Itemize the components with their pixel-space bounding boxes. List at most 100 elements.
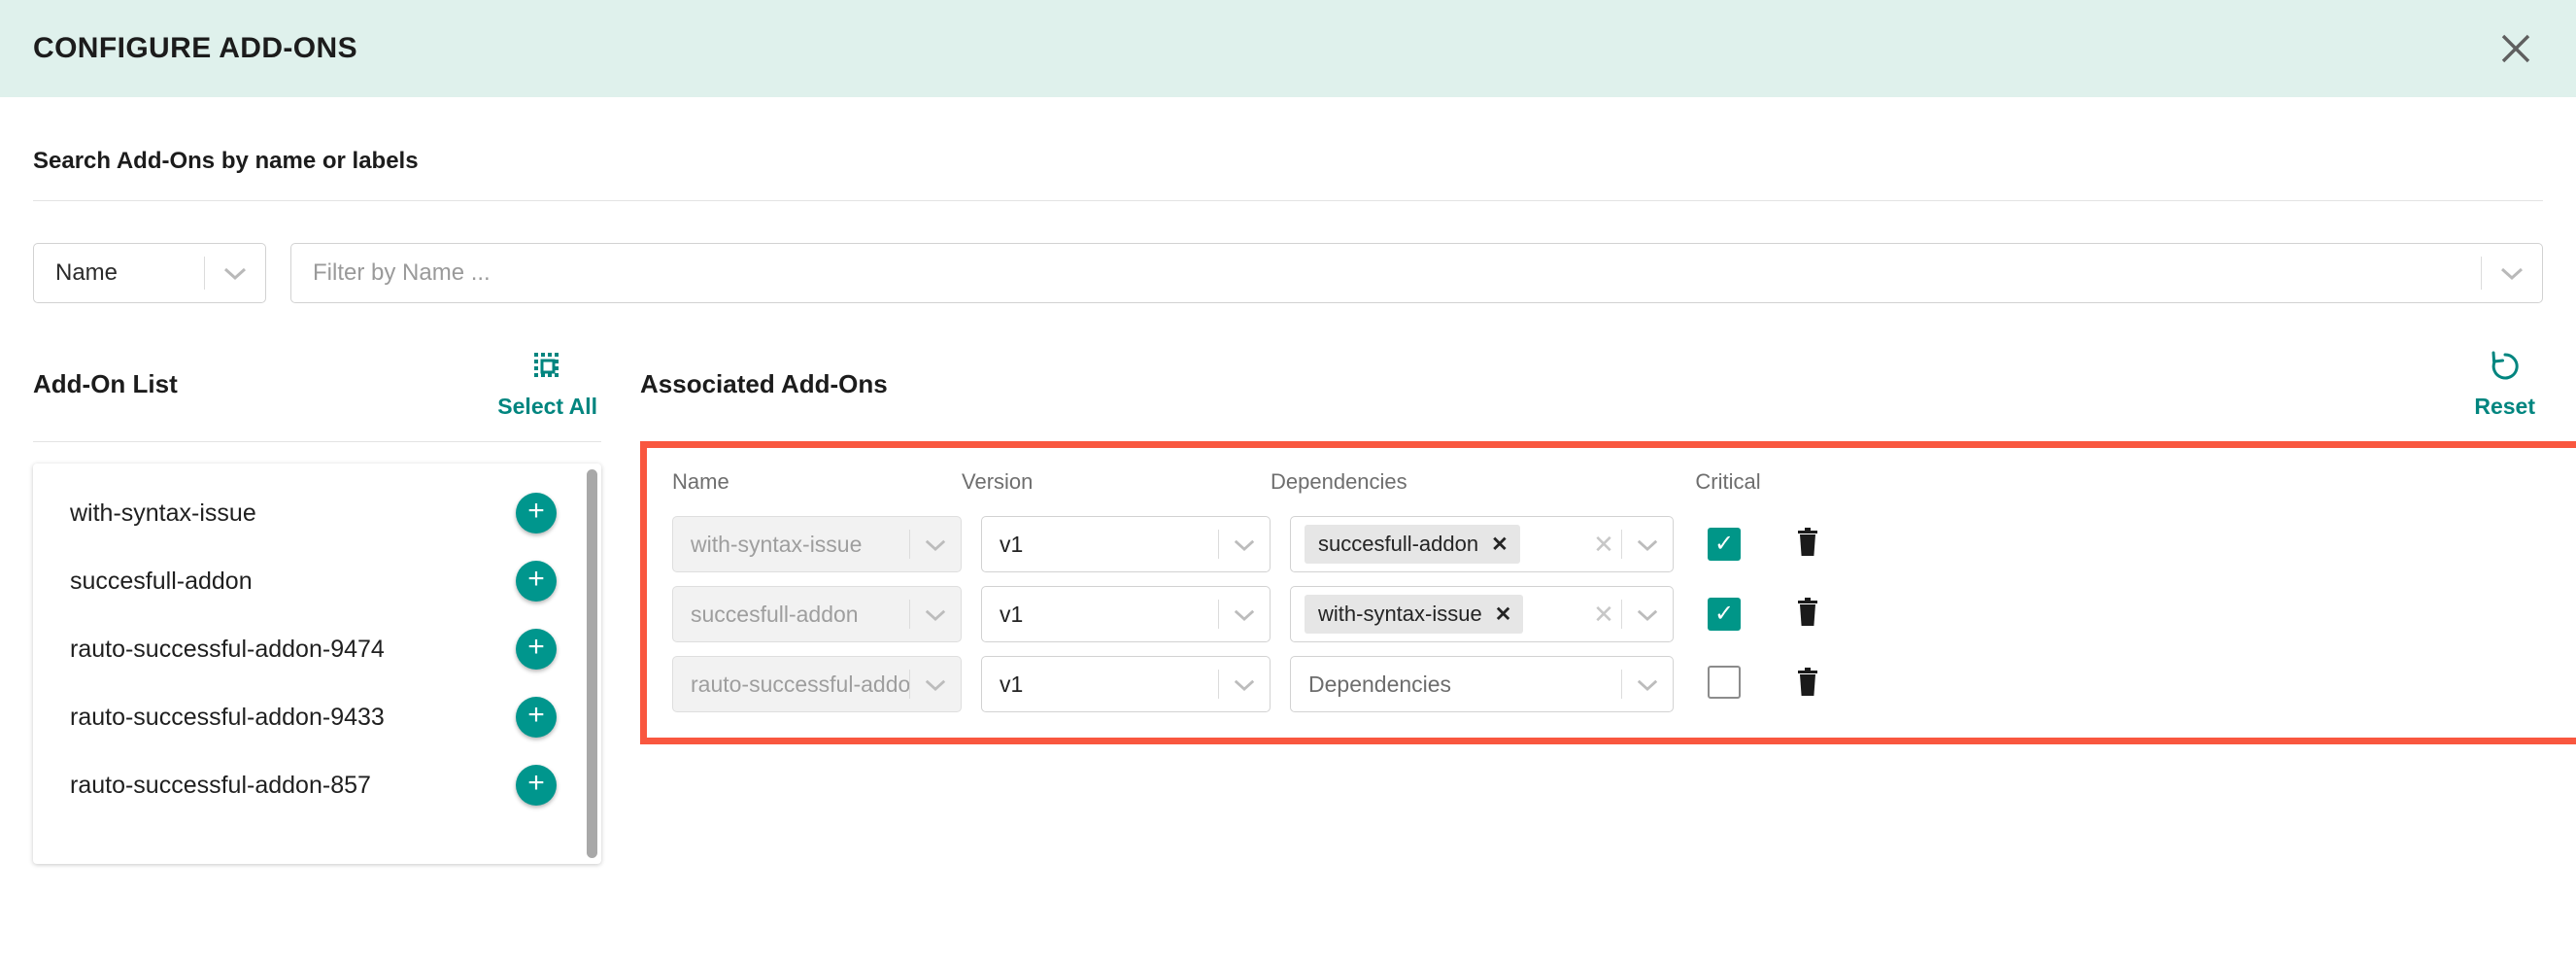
addon-list: with-syntax-issue + succesfull-addon + rauto… [33, 464, 601, 819]
list-item[interactable]: rauto-successful-addon-9433 + [33, 683, 601, 751]
search-criteria-select[interactable]: Name [33, 243, 266, 303]
dependency-chip-label: succesfull-addon [1318, 532, 1479, 556]
row-name-value: with-syntax-issue [691, 531, 863, 557]
select-all-label: Select All [497, 394, 597, 419]
row-dependencies-select[interactable]: succesfull-addon ✕ ✕ [1290, 516, 1674, 572]
select-all-icon [531, 350, 564, 388]
addon-list-pane: Add-On List Select All with-syntax-issue… [33, 350, 640, 864]
plus-icon: + [527, 631, 545, 663]
associated-addons-header: Associated Add-Ons Reset [640, 350, 2576, 420]
delete-row-button[interactable] [1795, 527, 1820, 563]
add-addon-button[interactable]: + [516, 629, 557, 670]
add-addon-button[interactable]: + [516, 697, 557, 738]
chevron-down-icon[interactable] [910, 677, 961, 692]
chevron-down-icon[interactable] [205, 265, 265, 281]
critical-checkbox[interactable] [1708, 665, 1741, 699]
list-item-label: with-syntax-issue [70, 499, 256, 527]
critical-checkbox[interactable]: ✓ [1708, 528, 1741, 561]
remove-dependency-icon[interactable]: ✕ [1495, 602, 1512, 627]
search-section-label: Search Add-Ons by name or labels [33, 148, 419, 174]
column-header-critical: Critical [1695, 469, 1761, 494]
dependency-chip-label: with-syntax-issue [1318, 602, 1482, 626]
addon-list-card: with-syntax-issue + succesfull-addon + rauto… [33, 464, 601, 864]
table-row: rauto-successful-addon-9474 v1 Dependencie… [672, 656, 2576, 712]
check-icon: ✓ [1713, 601, 1735, 627]
clear-dependencies-icon[interactable]: ✕ [1586, 530, 1621, 560]
list-item[interactable]: rauto-successful-addon-9474 + [33, 615, 601, 683]
page-title: CONFIGURE ADD-ONS [33, 32, 358, 64]
associated-addons-title: Associated Add-Ons [640, 369, 888, 398]
column-header-version: Version [962, 469, 1034, 494]
close-icon [2496, 29, 2535, 68]
search-criteria-value: Name [55, 259, 119, 286]
search-filter-input[interactable]: Filter by Name ... [290, 243, 2543, 303]
list-item[interactable]: with-syntax-issue + [33, 479, 601, 547]
row-version-value: v1 [1000, 671, 1024, 697]
reset-icon [2489, 350, 2522, 388]
list-item-label: rauto-successful-addon-9474 [70, 635, 385, 663]
dependency-values: with-syntax-issue ✕ [1291, 595, 1586, 634]
critical-checkbox[interactable]: ✓ [1708, 598, 1741, 631]
chevron-down-icon[interactable] [1219, 607, 1270, 622]
table-column-headers: Name Version Dependencies Critical [672, 469, 2576, 502]
row-name-select[interactable]: rauto-successful-addon-9474 [672, 656, 962, 712]
row-version-select[interactable]: v1 [981, 586, 1271, 642]
reset-label: Reset [2474, 394, 2535, 419]
close-button[interactable] [2489, 21, 2543, 76]
chevron-down-icon[interactable] [1622, 677, 1673, 692]
addon-list-scrollbar[interactable] [587, 469, 597, 858]
row-name-value: rauto-successful-addon-9474 [691, 671, 909, 697]
chevron-down-icon[interactable] [1622, 607, 1673, 622]
trash-icon [1795, 667, 1820, 702]
plus-icon: + [527, 495, 545, 527]
select-all-button[interactable]: Select All [497, 350, 597, 420]
reset-button[interactable]: Reset [2474, 350, 2535, 420]
dependency-chip[interactable]: with-syntax-issue ✕ [1305, 595, 1524, 634]
dependencies-placeholder: Dependencies [1308, 671, 1452, 697]
addon-list-header: Add-On List Select All [33, 350, 640, 420]
chevron-down-icon[interactable] [1219, 537, 1270, 552]
delete-row-button[interactable] [1795, 667, 1820, 703]
row-version-value: v1 [1000, 601, 1024, 627]
add-addon-button[interactable]: + [516, 765, 557, 806]
search-filter-placeholder: Filter by Name ... [313, 259, 491, 286]
column-header-dependencies: Dependencies [1271, 469, 1407, 494]
check-icon: ✓ [1713, 531, 1735, 557]
chevron-down-icon[interactable] [2482, 265, 2542, 281]
chevron-down-icon[interactable] [910, 537, 961, 552]
modal-header: CONFIGURE ADD-ONS [0, 0, 2576, 97]
list-item-label: rauto-successful-addon-857 [70, 771, 371, 799]
plus-icon: + [527, 767, 545, 799]
row-dependencies-select[interactable]: with-syntax-issue ✕ ✕ [1290, 586, 1674, 642]
clear-dependencies-icon[interactable]: ✕ [1586, 600, 1621, 630]
column-header-name: Name [672, 469, 729, 494]
body-area: Add-On List Select All with-syntax-issue… [0, 350, 2576, 864]
dependency-chip[interactable]: succesfull-addon ✕ [1305, 525, 1520, 564]
row-version-select[interactable]: v1 [981, 516, 1271, 572]
list-item[interactable]: rauto-successful-addon-857 + [33, 751, 601, 819]
delete-row-button[interactable] [1795, 597, 1820, 633]
addon-list-divider [33, 441, 601, 442]
row-dependencies-select[interactable]: Dependencies [1290, 656, 1674, 712]
plus-icon: + [527, 563, 545, 595]
row-version-select[interactable]: v1 [981, 656, 1271, 712]
list-item[interactable]: succesfull-addon + [33, 547, 601, 615]
plus-icon: + [527, 699, 545, 731]
table-row: with-syntax-issue v1 succesfull-addon ✕ ✕ ✓ [672, 516, 2576, 572]
list-item-label: succesfull-addon [70, 567, 253, 595]
row-name-select[interactable]: succesfull-addon [672, 586, 962, 642]
trash-icon [1795, 597, 1820, 632]
search-divider [33, 200, 2543, 201]
add-addon-button[interactable]: + [516, 561, 557, 602]
chevron-down-icon[interactable] [1622, 537, 1673, 552]
remove-dependency-icon[interactable]: ✕ [1491, 533, 1508, 557]
chevron-down-icon[interactable] [910, 607, 961, 622]
add-addon-button[interactable]: + [516, 493, 557, 534]
dependency-values: succesfull-addon ✕ [1291, 525, 1586, 564]
filter-row: Name Filter by Name ... [33, 243, 2543, 303]
row-name-select[interactable]: with-syntax-issue [672, 516, 962, 572]
chevron-down-icon[interactable] [1219, 677, 1270, 692]
list-item-label: rauto-successful-addon-9433 [70, 703, 385, 731]
associated-addons-pane: Associated Add-Ons Reset Name Version De… [640, 350, 2576, 864]
addon-list-title: Add-On List [33, 369, 178, 398]
